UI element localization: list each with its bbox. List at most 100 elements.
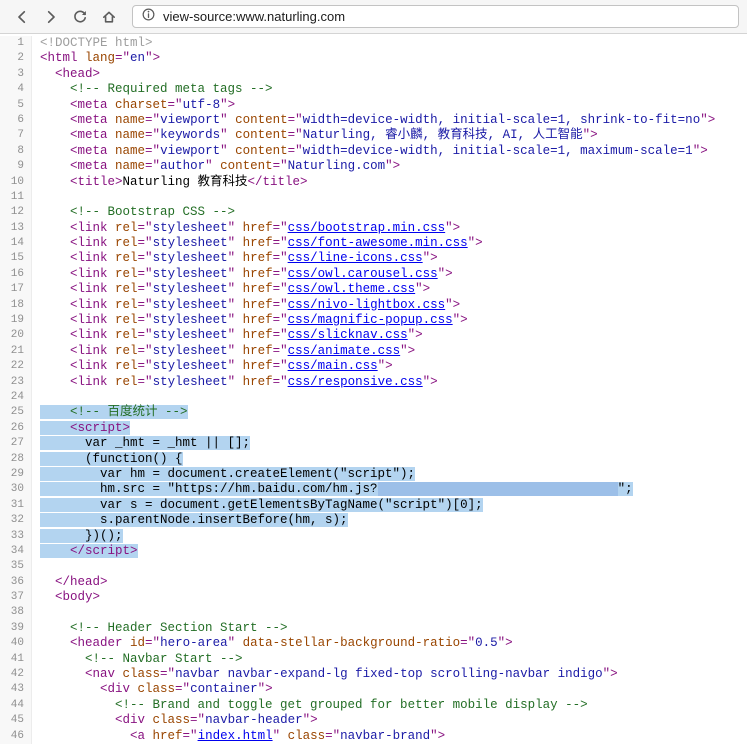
code-token: rel [115,297,138,312]
line-content: })(); [32,528,123,544]
line-content [32,559,40,574]
resource-link[interactable]: css/font-awesome.min.css [288,236,468,250]
code-token: "> [445,297,461,312]
resource-link[interactable]: css/line-icons.css [288,251,423,265]
line-number: 18 [0,297,32,314]
code-token: width=device-width, initial-scale=1, max… [302,143,693,158]
code-token: <header [70,636,131,651]
code-token: =" [190,713,206,728]
code-token: href [242,282,273,297]
code-token: =" [272,313,288,328]
code-token: =" [272,220,288,235]
code-token: =" [182,728,198,743]
code-token: <a [130,728,153,743]
line-content: <meta name="viewport" content="width=dev… [32,144,708,159]
line-content: <header id="hero-area" data-stellar-back… [32,636,513,651]
line-content: <head> [32,67,100,82]
code-token: lang [85,51,116,66]
line-number: 14 [0,236,32,252]
resource-link[interactable]: css/nivo-lightbox.css [288,298,446,312]
code-token: class [122,667,161,682]
source-line: 24 [0,389,747,406]
reload-button[interactable] [66,3,93,30]
browser-window: view-source:www.naturling.com 1 <!DOCTYPE… [0,0,747,744]
code-token: =" [160,667,176,682]
line-content: <body> [32,590,100,605]
code-token: "> [467,236,483,251]
redacted-text [377,482,618,497]
resource-link[interactable]: css/magnific-popup.css [288,313,453,327]
source-line: 44 <!-- Brand and toggle get grouped for… [0,697,747,714]
code-token: navbar navbar-expand-lg fixed-top scroll… [175,667,603,682]
source-line: 31 var s = document.getElementsByTagName… [0,497,747,514]
code-token: =" [272,236,288,251]
resource-link[interactable]: css/responsive.css [288,375,423,389]
code-token: =" [272,282,288,297]
forward-button[interactable] [37,3,64,30]
code-token: href [242,313,273,328]
code-token: href [242,359,273,374]
line-number: 1 [0,36,32,52]
code-token: =" [272,251,288,266]
code-token: =" [272,159,288,174]
resource-link[interactable]: css/bootstrap.min.css [288,221,446,235]
code-token: rel [115,266,138,281]
code-token: =" [287,112,303,127]
code-token: "> [385,159,401,174]
address-bar[interactable]: view-source:www.naturling.com [132,5,739,28]
code-token: </script> [70,543,138,558]
code-token: " [220,112,236,127]
line-number: 29 [0,466,32,483]
source-line: 18 <link rel="stylesheet" href="css/nivo… [0,297,747,314]
code-token: </title> [247,174,308,189]
back-button[interactable] [8,3,35,30]
resource-link[interactable]: css/slicknav.css [288,328,408,342]
selection-highlight: <script> [40,420,131,435]
code-token: 0.5 [475,636,498,651]
resource-link[interactable]: css/owl.carousel.css [288,267,438,281]
line-content: <html lang="en"> [32,51,160,66]
code-token: container [190,682,258,697]
code-token: =" [137,282,153,297]
code-token: <link [70,282,116,297]
code-token: author [160,159,206,174]
code-token: =" [145,636,161,651]
source-line: 43 <div class="container"> [0,682,747,698]
code-token: keywords [160,128,221,143]
code-token: <!-- Bootstrap CSS --> [70,205,236,220]
source-line: 5 <meta charset="utf-8"> [0,97,747,113]
code-token: "> [415,282,431,297]
selection-highlight: <!-- 百度统计 --> [40,405,188,420]
source-line: 15 <link rel="stylesheet" href="css/line… [0,251,747,267]
line-number: 8 [0,143,32,160]
code-token: =" [272,343,288,358]
home-button[interactable] [95,3,122,30]
line-content: <!-- Bootstrap CSS --> [32,205,235,220]
code-token: "> [422,251,438,266]
code-token: "> [602,667,618,682]
resource-link[interactable]: css/owl.theme.css [288,282,416,296]
code-token: " [227,374,243,389]
source-line: 11 [0,189,747,206]
resource-link[interactable]: css/main.css [288,359,378,373]
code-token: <html [40,51,86,66]
line-content: <link rel="stylesheet" href="css/owl.car… [32,267,453,282]
code-token: stylesheet [152,251,228,266]
code-token: href [242,328,273,343]
info-icon[interactable] [141,7,156,27]
line-content: <!-- 百度统计 --> [32,405,188,420]
resource-link[interactable]: index.html [198,729,273,743]
source-line: 20 <link rel="stylesheet" href="css/slic… [0,328,747,344]
selection-highlight: hm.src = "https://hm.baidu.com/hm.js? "; [40,482,633,497]
code-token: rel [115,313,138,328]
code-token: class [287,728,326,743]
resource-link[interactable]: css/animate.css [288,344,401,358]
